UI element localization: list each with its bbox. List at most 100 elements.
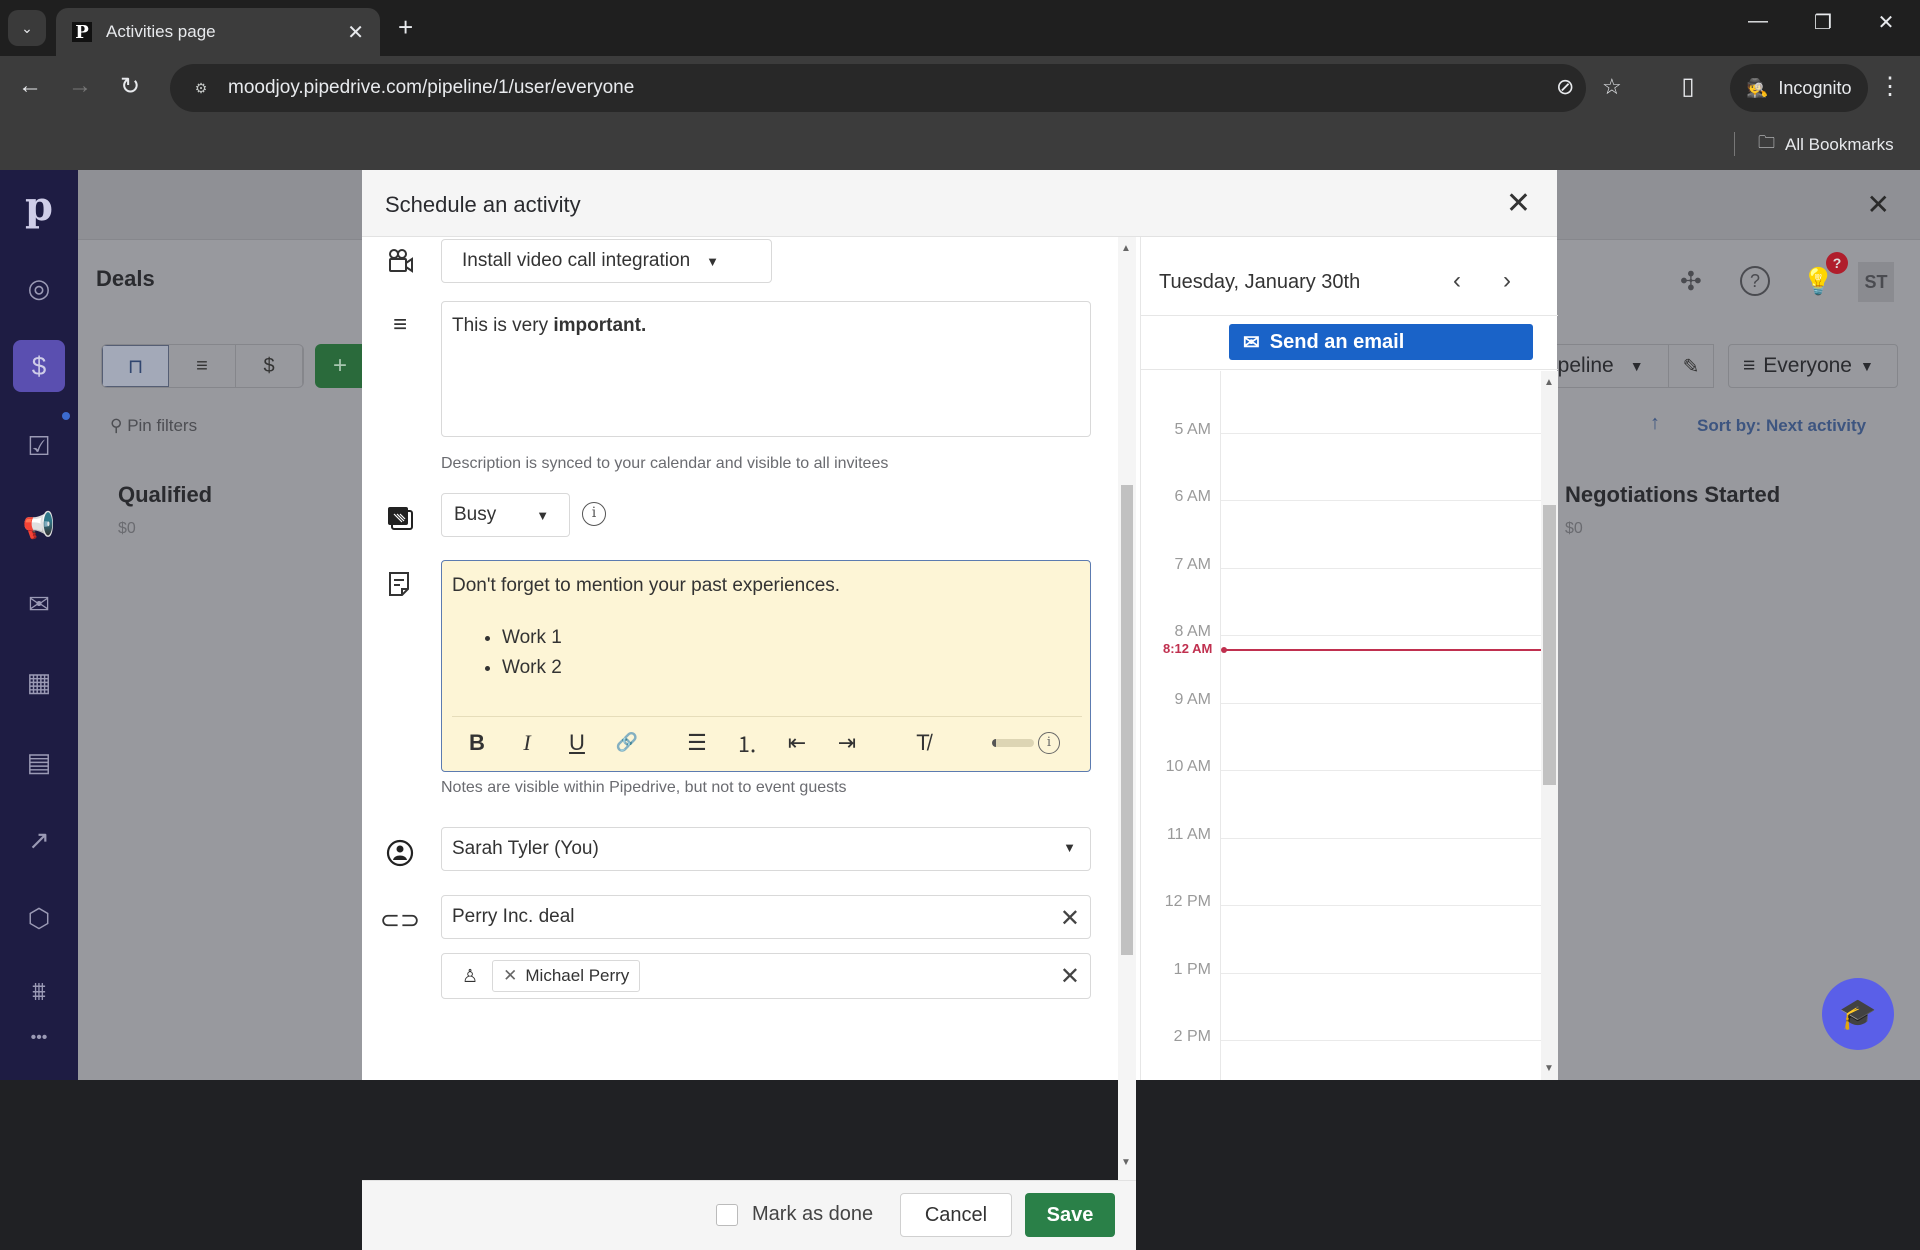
sort-by-select[interactable]: Sort by: Next activity [1697,416,1866,436]
sidebar-item-deals[interactable]: $ [13,340,65,392]
clear-deal-icon[interactable]: ✕ [1060,904,1080,933]
scroll-down-icon[interactable]: ▼ [1544,1063,1554,1074]
academy-icon[interactable]: 🎓 [1822,978,1894,1050]
sidebar-item-activities[interactable]: ☑ [13,420,65,472]
hour-label: 12 PM [1164,893,1211,910]
hour-label: 1 PM [1173,960,1211,978]
hour-row: 9 AM [1141,691,1541,708]
url-text[interactable]: moodjoy.pipedrive.com/pipeline/1/user/ev… [228,77,634,99]
mark-as-done-checkbox[interactable]: Mark as done [716,1203,873,1226]
reload-icon[interactable]: ↻ [114,72,146,101]
numbered-list-icon[interactable]: ⒈ [722,727,772,759]
bookmarks-bar: 🗀 All Bookmarks [0,120,1920,170]
sidebar-item-campaigns[interactable]: 📢 [13,499,65,551]
scroll-down-icon[interactable]: ▼ [1121,1157,1131,1168]
edit-pipeline-button[interactable]: ✎ [1668,344,1714,388]
pipeline-view-button[interactable]: ⊓ [102,345,169,387]
scroll-up-icon[interactable]: ▲ [1121,243,1131,254]
new-tab-button[interactable]: + [398,12,413,43]
sidebar-item-insights[interactable]: ↗ [13,814,65,866]
video-call-dropdown[interactable]: Install video call integration ▼ [441,239,772,283]
sidebar-item-mail[interactable]: ✉ [13,578,65,630]
checkbox[interactable] [716,1203,738,1226]
hour-row: 11 AM [1141,826,1541,843]
modal-close-icon[interactable]: ✕ [1506,186,1531,221]
everyone-filter[interactable]: ≡ Everyone ▼ [1728,344,1898,388]
all-bookmarks-button[interactable]: 🗀 All Bookmarks [1734,130,1894,159]
save-button[interactable]: Save [1025,1193,1115,1237]
info-icon[interactable]: i [1038,731,1060,754]
bullet-list-icon[interactable]: ☰ [672,730,722,756]
notes-hint: Notes are visible within Pipedrive, but … [441,779,847,796]
notes-toolbar: B I U 🔗 ☰ ⒈ ⇤ ⇥ T̸ i [452,716,1082,768]
hour-gridline [1221,972,1541,974]
notes-editor[interactable]: Don't forget to mention your past experi… [441,560,1091,772]
tab-close-icon[interactable]: ✕ [347,20,364,45]
time-gutter-divider [1220,371,1221,1080]
site-info-icon[interactable]: ⚙ [186,73,216,103]
help-icon[interactable]: ? [1740,266,1770,296]
previous-day-icon[interactable]: ‹ [1453,267,1461,295]
sidebar-item-contacts[interactable]: ▤ [13,736,65,788]
page-title: Deals [96,266,155,291]
info-icon[interactable]: i [582,502,606,526]
sidebar-item-leads[interactable]: ◎ [13,262,65,314]
bookmark-star-icon[interactable]: ☆ [1602,74,1622,100]
scrollbar-thumb[interactable] [1543,505,1556,785]
app-close-icon[interactable]: ✕ [1867,188,1890,221]
pipedrive-logo[interactable]: p [13,180,65,232]
next-day-icon[interactable]: › [1503,267,1511,295]
current-time-line [1225,648,1541,651]
availability-dropdown[interactable]: Busy ▼ [441,493,570,537]
clear-formatting-icon[interactable]: T̸ [898,730,948,756]
bold-icon[interactable]: B [452,730,502,756]
window-close-icon[interactable]: ✕ [1866,10,1906,35]
list-view-button[interactable]: ≡ [169,345,236,387]
extensions-icon[interactable]: ✣ [1680,266,1702,297]
forecast-view-button[interactable]: $ [236,345,303,387]
sidebar-item-marketplace[interactable]: ⩩ [13,966,65,1018]
sort-direction-icon[interactable]: ↑ [1650,412,1660,435]
hour-gridline [1221,567,1541,569]
indent-icon[interactable]: ⇥ [822,730,872,756]
browser-menu-icon[interactable]: ⋮ [1874,72,1906,101]
note-icon [384,568,416,600]
forward-icon[interactable]: → [64,72,96,100]
chevron-down-icon: ▼ [706,253,720,269]
eye-off-icon[interactable]: ⊘ [1556,74,1574,100]
description-text: This is very [452,315,554,336]
form-scrollbar[interactable]: ▲ ▼ [1118,237,1136,1180]
clear-persons-icon[interactable]: ✕ [1060,962,1080,991]
tab-search-button[interactable]: ⌄ [8,10,46,46]
sidebar-item-calendar[interactable]: ▦ [13,656,65,708]
description-input[interactable]: This is very important. [441,301,1091,437]
restore-icon[interactable]: ❐ [1803,10,1843,35]
tab-title: Activities page [106,22,216,41]
side-panel-icon[interactable]: ▯ [1672,72,1704,101]
calendar-event[interactable]: ✉ Send an email [1229,324,1533,360]
deal-field[interactable]: Perry Inc. deal ✕ [441,895,1091,939]
scroll-up-icon[interactable]: ▲ [1544,377,1554,388]
sidebar-item-more[interactable]: ••• [13,1012,65,1064]
sidebar-item-products[interactable]: ⬡ [13,892,65,944]
owner-dropdown[interactable]: Sarah Tyler (You) ▼ [441,827,1091,871]
hour-row: 12 PM [1141,893,1541,910]
browser-tab[interactable]: P Activities page ✕ [56,8,380,56]
italic-icon[interactable]: I [502,730,552,756]
remove-chip-icon[interactable]: ✕ [503,966,517,986]
incognito-badge[interactable]: 🕵 Incognito [1730,64,1868,112]
cancel-button[interactable]: Cancel [900,1193,1012,1237]
current-time-label: 8:12 AM [1163,640,1213,656]
outdent-icon[interactable]: ⇤ [772,730,822,756]
link-icon[interactable]: 🔗 [602,732,652,753]
scrollbar-thumb[interactable] [1121,485,1133,955]
email-icon: ✉ [1243,331,1260,354]
underline-icon[interactable]: U [552,730,602,756]
minimize-icon[interactable]: — [1738,10,1778,33]
calendar-scrollbar[interactable]: ▲ ▼ [1541,371,1558,1080]
avatar[interactable]: ST [1858,262,1894,302]
address-bar[interactable]: ⚙ moodjoy.pipedrive.com/pipeline/1/user/… [170,64,1622,112]
pin-filters-button[interactable]: ⚲ Pin filters [110,416,197,436]
person-field[interactable]: ♙ ✕ Michael Perry ✕ [441,953,1091,999]
back-icon[interactable]: ← [14,72,46,100]
